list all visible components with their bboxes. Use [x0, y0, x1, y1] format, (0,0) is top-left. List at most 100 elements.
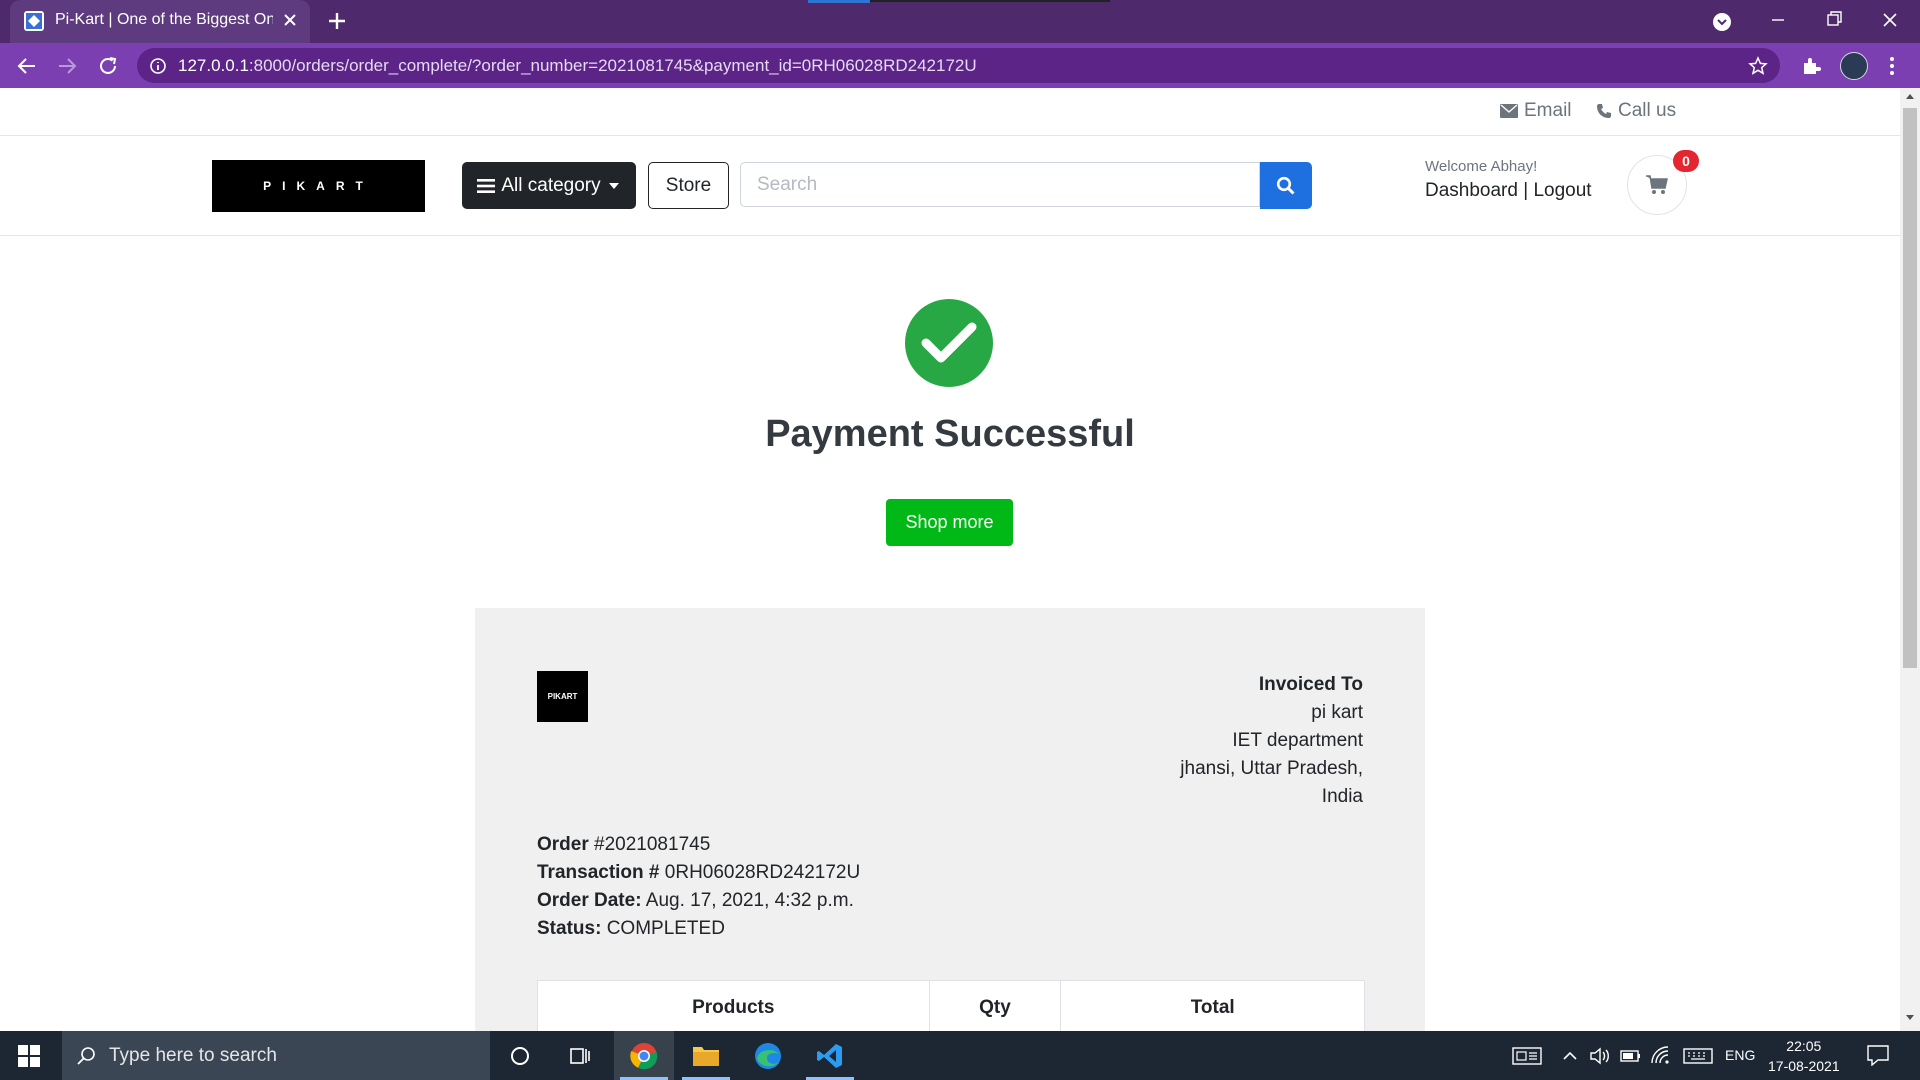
touch-keyboard-icon[interactable] — [1683, 1046, 1713, 1066]
call-us-link[interactable]: Call us — [1596, 100, 1676, 122]
window-close-icon[interactable] — [1878, 6, 1902, 36]
email-label: Email — [1524, 100, 1572, 121]
invoiced-to-block: Invoiced To pi kart IET department jhans… — [1180, 671, 1363, 811]
column-header-qty: Qty — [930, 981, 1062, 1035]
wifi-icon[interactable] — [1650, 1046, 1672, 1066]
extensions-puzzle-icon[interactable] — [1800, 55, 1822, 77]
search-button[interactable] — [1260, 162, 1312, 209]
notifications-icon[interactable] — [1866, 1044, 1890, 1066]
logout-link[interactable]: Logout — [1533, 180, 1591, 201]
link-separator: | — [1523, 180, 1529, 201]
windows-taskbar: Type here to search ENG 22:05 17-08-2021 — [0, 1031, 1920, 1080]
url-path: :8000/orders/order_complete/?order_numbe… — [248, 56, 977, 75]
cart-count-badge: 0 — [1673, 150, 1699, 172]
address-line: jhansi, Uttar Pradesh, — [1180, 758, 1363, 779]
tab-strip-divider — [870, 0, 1110, 2]
status-value: COMPLETED — [606, 918, 725, 939]
caret-down-icon — [608, 182, 619, 189]
status-label: Status: — [537, 918, 602, 939]
forward-arrow-icon[interactable] — [56, 55, 78, 77]
site-header: PIKART All category Store Welcome Abhay!… — [0, 136, 1900, 236]
order-number: #2021081745 — [594, 834, 711, 855]
hamburger-icon — [477, 178, 496, 193]
windows-start-icon[interactable] — [18, 1045, 40, 1067]
scroll-up-arrow-icon[interactable] — [1905, 92, 1915, 100]
column-header-products: Products — [538, 981, 930, 1035]
address-line: India — [1321, 786, 1363, 807]
browser-tab-strip: Pi-Kart | One of the Biggest Online Shop… — [0, 0, 1920, 43]
shop-more-button[interactable]: Shop more — [886, 499, 1013, 546]
volume-icon[interactable] — [1589, 1046, 1611, 1066]
edge-browser-icon[interactable] — [738, 1031, 798, 1080]
order-label: Order — [537, 834, 589, 855]
all-category-dropdown[interactable]: All category — [462, 162, 636, 209]
search-icon — [1276, 176, 1295, 195]
contact-strip: Email Call us — [0, 88, 1900, 136]
site-favicon-icon — [24, 11, 44, 31]
address-line: IET department — [1232, 730, 1363, 751]
store-button[interactable]: Store — [648, 162, 729, 209]
clock-date: 17-08-2021 — [1768, 1058, 1840, 1074]
search-magnifier-icon — [76, 1045, 98, 1067]
dashboard-link[interactable]: Dashboard — [1425, 180, 1518, 201]
order-date-row: Order Date: Aug. 17, 2021, 4:32 p.m. — [537, 887, 860, 915]
bookmark-star-icon[interactable] — [1748, 56, 1768, 76]
show-hidden-icons-chevron-icon[interactable] — [1562, 1046, 1578, 1066]
taskbar-search-box[interactable]: Type here to search — [62, 1031, 490, 1080]
phone-icon — [1597, 104, 1611, 118]
transaction-label: Transaction # — [537, 862, 660, 883]
order-number-row: Order #2021081745 — [537, 831, 860, 859]
reload-icon[interactable] — [97, 55, 119, 77]
invoice-logo: PIKART — [537, 671, 588, 722]
profile-avatar-icon[interactable] — [1840, 52, 1868, 80]
tab-title: Pi-Kart | One of the Biggest Online Shop… — [55, 11, 273, 28]
logo-text: PIKART — [263, 179, 374, 193]
scrollbar-thumb[interactable] — [1903, 108, 1917, 668]
success-check-icon — [905, 299, 993, 387]
transaction-id: 0RH06028RD242172U — [664, 862, 861, 883]
restore-icon[interactable] — [1822, 6, 1846, 36]
shopping-cart-icon — [1646, 175, 1668, 194]
cortana-icon[interactable] — [490, 1031, 550, 1080]
chrome-taskbar-icon[interactable] — [614, 1031, 674, 1080]
payment-status-title: Payment Successful — [765, 413, 1135, 455]
tab-close-icon[interactable] — [280, 10, 300, 30]
search-input[interactable] — [740, 162, 1260, 207]
order-date: Aug. 17, 2021, 4:32 p.m. — [645, 890, 854, 911]
page-scrollbar[interactable] — [1900, 88, 1920, 1031]
input-indicator-icon[interactable] — [1512, 1046, 1542, 1066]
task-view-icon[interactable] — [550, 1031, 610, 1080]
transaction-row: Transaction # 0RH06028RD242172U — [537, 859, 860, 887]
invoice-logo-text: PIKART — [547, 692, 578, 701]
tab-search-icon[interactable] — [1710, 6, 1734, 36]
system-clock[interactable]: 22:05 17-08-2021 — [1768, 1036, 1840, 1076]
clock-time: 22:05 — [1786, 1038, 1822, 1054]
account-links: Dashboard | Logout — [1425, 180, 1592, 202]
site-logo[interactable]: PIKART — [212, 160, 425, 212]
email-link[interactable]: Email — [1500, 100, 1572, 122]
scroll-down-arrow-icon[interactable] — [1905, 1014, 1915, 1022]
invoiced-to-heading: Invoiced To — [1258, 674, 1363, 695]
category-label: All category — [501, 174, 601, 196]
welcome-text: Welcome Abhay! — [1425, 158, 1538, 175]
battery-icon[interactable] — [1620, 1046, 1642, 1066]
column-header-total: Total — [1190, 997, 1235, 1018]
url-text: 127.0.0.1:8000/orders/order_complete/?or… — [178, 56, 977, 76]
language-indicator[interactable]: ENG — [1725, 1047, 1755, 1063]
vscode-icon[interactable] — [800, 1031, 860, 1080]
new-tab-icon[interactable] — [325, 9, 349, 33]
browser-menu-icon[interactable] — [1888, 56, 1896, 76]
tab-strip-indicator — [808, 0, 870, 3]
taskbar-search-placeholder: Type here to search — [109, 1045, 277, 1066]
order-details: Order #2021081745 Transaction # 0RH06028… — [537, 831, 860, 943]
omnibox[interactable]: 127.0.0.1:8000/orders/order_complete/?or… — [137, 48, 1780, 83]
call-us-label: Call us — [1618, 100, 1677, 121]
site-info-icon[interactable] — [149, 57, 167, 75]
file-explorer-icon[interactable] — [676, 1031, 736, 1080]
back-arrow-icon[interactable] — [16, 55, 38, 77]
minimize-icon[interactable] — [1766, 6, 1790, 36]
order-date-label: Order Date: — [537, 890, 642, 911]
status-row: Status: COMPLETED — [537, 915, 860, 943]
browser-tab[interactable]: Pi-Kart | One of the Biggest Online Shop… — [10, 0, 310, 43]
address-bar-row: 127.0.0.1:8000/orders/order_complete/?or… — [0, 43, 1920, 88]
